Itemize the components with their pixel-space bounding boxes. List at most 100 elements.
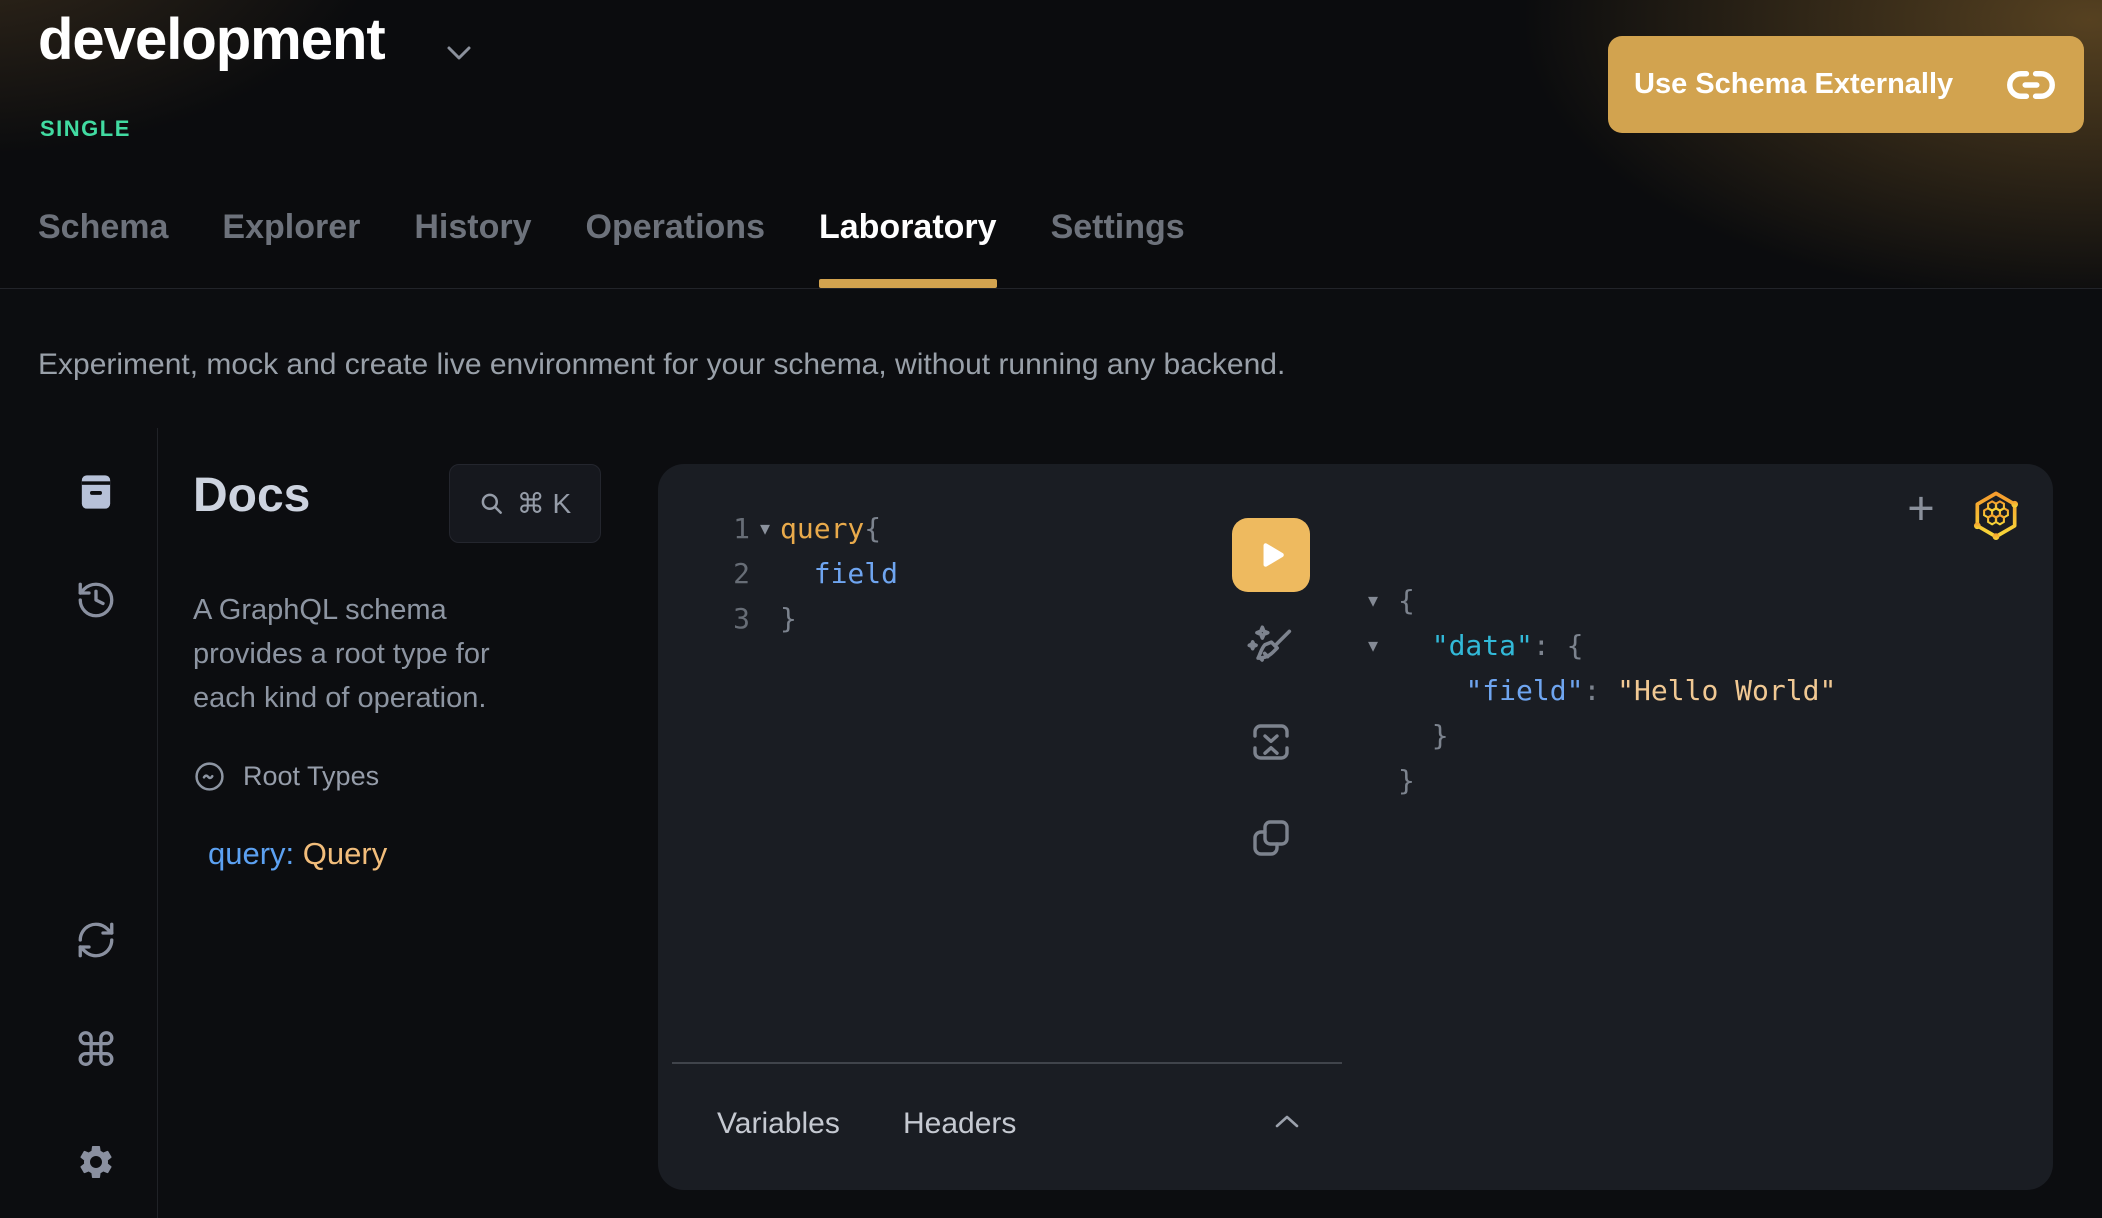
code-text: } — [780, 596, 797, 641]
refresh-icon — [75, 919, 117, 961]
search-shortcut-label: ⌘ K — [517, 487, 571, 520]
merge-fragments-button[interactable] — [1247, 718, 1295, 766]
response-line-4: } — [1368, 713, 1836, 758]
use-schema-externally-label: Use Schema Externally — [1634, 68, 1953, 101]
sidebar-divider — [157, 428, 158, 1218]
editor-line-3: 3 } — [658, 596, 898, 641]
copy-icon — [1247, 814, 1295, 862]
tab-explorer[interactable]: Explorer — [222, 190, 360, 288]
prettify-icon — [1243, 621, 1297, 675]
fold-spacer — [1368, 713, 1398, 758]
root-field-type: Query — [303, 836, 387, 871]
query-editor[interactable]: 1 ▾ query{ 2 field 3 } — [658, 506, 898, 641]
root-field-separator: : — [286, 836, 303, 871]
copy-query-button[interactable] — [1247, 814, 1295, 862]
merge-icon — [1247, 718, 1295, 766]
tab-settings[interactable]: Settings — [1051, 190, 1185, 288]
editor-line-2: 2 field — [658, 551, 898, 596]
token-close-brace: } — [1398, 764, 1415, 797]
chevron-up-icon — [1272, 1112, 1302, 1132]
refetch-schema-button[interactable] — [76, 920, 116, 960]
target-title: development — [38, 6, 385, 73]
tab-schema[interactable]: Schema — [38, 190, 168, 288]
tab-headers[interactable]: Headers — [903, 1107, 1016, 1141]
page-subtitle: Experiment, mock and create live environ… — [38, 348, 1285, 382]
hive-logo-icon[interactable] — [1970, 488, 2022, 542]
fold-triangle-icon[interactable]: ▾ — [750, 506, 780, 551]
settings-sidebar-button[interactable] — [76, 1142, 116, 1182]
use-schema-externally-button[interactable]: Use Schema Externally — [1608, 36, 2084, 133]
history-sidebar-button[interactable] — [76, 580, 116, 620]
link-icon — [2006, 68, 2056, 102]
editor-footer-divider — [672, 1062, 1342, 1064]
tab-operations[interactable]: Operations — [586, 190, 765, 288]
token-indent — [1398, 674, 1465, 707]
token-open-brace: { — [1398, 584, 1415, 617]
token-keyword: query — [780, 512, 864, 545]
line-number: 3 — [658, 596, 750, 641]
execute-query-button[interactable] — [1232, 518, 1310, 592]
token-indent — [1398, 629, 1432, 662]
response-text: { — [1398, 578, 1415, 623]
root-types-icon — [193, 760, 226, 793]
docs-search-button[interactable]: ⌘ K — [449, 464, 601, 543]
gear-icon — [76, 1142, 116, 1182]
token-close-brace: } — [1398, 719, 1449, 752]
fold-spacer — [1368, 758, 1398, 803]
root-field-name: query — [208, 836, 286, 871]
response-line-1: ▾ { — [1368, 578, 1836, 623]
editor-line-1: 1 ▾ query{ — [658, 506, 898, 551]
response-line-5: } — [1368, 758, 1836, 803]
laboratory-page: development SINGLE Use Schema Externally… — [0, 0, 2102, 1218]
page-header: development SINGLE Use Schema Externally… — [0, 0, 2102, 289]
status-badge: SINGLE — [40, 116, 131, 142]
chevron-down-icon[interactable] — [446, 44, 472, 62]
collapse-footer-button[interactable] — [1272, 1112, 1302, 1132]
token-punct: : { — [1533, 629, 1584, 662]
shortcuts-button[interactable]: ⌘ — [76, 1026, 116, 1074]
token-indent — [780, 557, 814, 590]
token-string-value: "Hello World" — [1617, 674, 1836, 707]
response-text: "data": { — [1398, 623, 1583, 668]
response-text: } — [1398, 758, 1415, 803]
fold-spacer — [750, 551, 780, 596]
response-line-3: "field": "Hello World" — [1368, 668, 1836, 713]
book-icon — [76, 472, 116, 512]
tab-variables[interactable]: Variables — [717, 1107, 840, 1141]
tab-history[interactable]: History — [414, 190, 531, 288]
search-icon — [479, 491, 505, 517]
token-open-brace: { — [864, 512, 881, 545]
docs-sidebar-button[interactable] — [76, 472, 116, 512]
plus-icon: + — [1907, 481, 1934, 534]
token-field-key: "field" — [1465, 674, 1583, 707]
token-close-brace: } — [780, 602, 797, 635]
line-number: 2 — [658, 551, 750, 596]
response-line-2: ▾ "data": { — [1368, 623, 1836, 668]
docs-panel-title: Docs — [193, 468, 310, 523]
tab-laboratory[interactable]: Laboratory — [819, 190, 997, 288]
fold-triangle-icon[interactable]: ▾ — [1368, 623, 1398, 668]
add-tab-button[interactable]: + — [1901, 484, 1941, 532]
docs-description: A GraphQL schema provides a root type fo… — [193, 588, 503, 720]
response-text: "field": "Hello World" — [1398, 668, 1836, 713]
fold-spacer — [1368, 668, 1398, 713]
root-field-query-link[interactable]: query: Query — [208, 836, 387, 872]
history-icon — [75, 579, 117, 621]
graphiql-panel: 1 ▾ query{ 2 field 3 } — [658, 464, 2053, 1190]
root-types-section: Root Types — [193, 760, 379, 793]
token-data-key: "data" — [1432, 629, 1533, 662]
fold-triangle-icon[interactable]: ▾ — [1368, 578, 1398, 623]
line-number: 1 — [658, 506, 750, 551]
code-text: query{ — [780, 506, 881, 551]
response-viewer: ▾ { ▾ "data": { "field": "Hello World" }… — [1368, 578, 1836, 803]
response-text: } — [1398, 713, 1449, 758]
token-colon: : — [1583, 674, 1617, 707]
prettify-query-button[interactable] — [1243, 621, 1297, 675]
fold-spacer — [750, 596, 780, 641]
main-nav-tabs: Schema Explorer History Operations Labor… — [38, 190, 1185, 288]
play-icon — [1255, 539, 1287, 571]
root-types-label: Root Types — [243, 761, 379, 792]
token-field: field — [814, 557, 898, 590]
command-icon: ⌘ — [73, 1023, 119, 1077]
code-text: field — [780, 551, 898, 596]
